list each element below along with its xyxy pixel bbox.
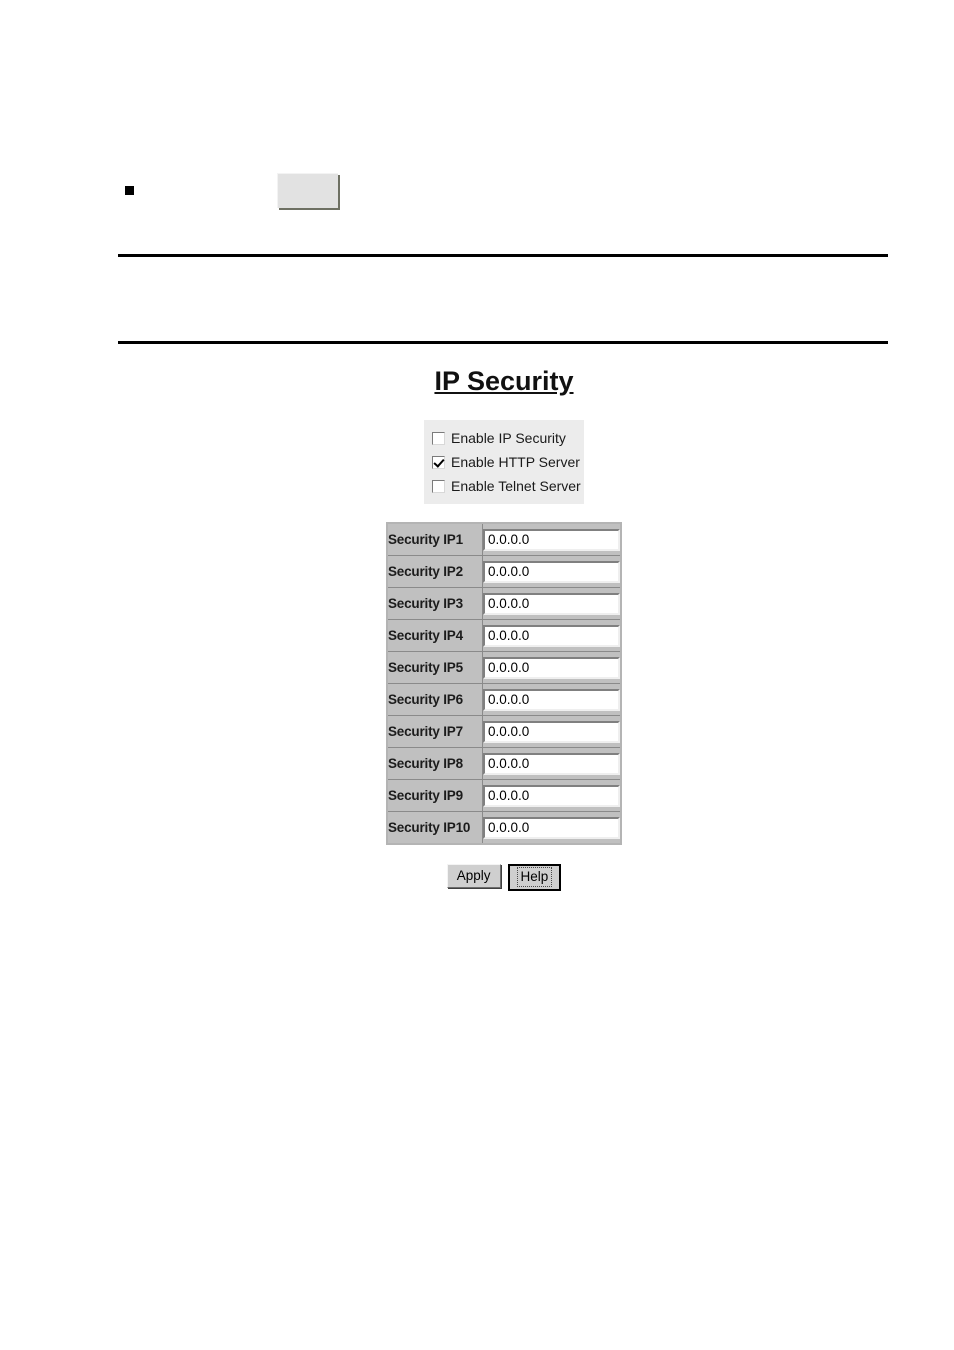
row-label: Security IP2 <box>386 555 483 588</box>
row-label: Security IP6 <box>386 683 483 716</box>
button-bar: Apply Help <box>386 864 622 891</box>
inline-placeholder-button[interactable] <box>277 173 338 208</box>
table-row: Security IP7 <box>386 715 622 748</box>
ip-security-panel: IP Security Enable IP Security Enable HT… <box>386 364 622 891</box>
enable-options-group: Enable IP Security Enable HTTP Server En… <box>424 420 584 504</box>
row-label: Security IP3 <box>386 587 483 620</box>
checkbox-row-telnet-server[interactable]: Enable Telnet Server <box>432 474 581 498</box>
checkbox-label-enable-telnet-server: Enable Telnet Server <box>451 478 581 494</box>
security-ip-table: Security IP1Security IP2Security IP3Secu… <box>386 522 622 845</box>
security-ip-input[interactable] <box>483 752 620 775</box>
row-field-cell <box>482 747 622 780</box>
checkbox-row-ip-security[interactable]: Enable IP Security <box>432 426 578 450</box>
row-field-cell <box>482 811 622 845</box>
row-field-cell <box>482 555 622 588</box>
table-row: Security IP4 <box>386 619 622 652</box>
table-row: Security IP10 <box>386 811 622 845</box>
table-row: Security IP2 <box>386 555 622 588</box>
checkbox-enable-ip-security[interactable] <box>432 431 445 445</box>
help-button[interactable]: Help <box>507 864 562 891</box>
table-row: Security IP6 <box>386 683 622 716</box>
divider-top <box>118 254 888 257</box>
table-row: Security IP1 <box>386 522 622 556</box>
security-ip-input[interactable] <box>483 592 620 615</box>
row-label: Security IP10 <box>386 811 483 845</box>
security-ip-input[interactable] <box>483 656 620 679</box>
checkbox-label-enable-ip-security: Enable IP Security <box>451 430 566 446</box>
bullet-row <box>118 168 878 216</box>
row-field-cell <box>482 619 622 652</box>
row-field-cell <box>482 522 622 556</box>
apply-button[interactable]: Apply <box>446 864 501 888</box>
checkbox-enable-telnet-server[interactable] <box>432 479 445 493</box>
table-row: Security IP8 <box>386 747 622 780</box>
divider-bottom <box>118 341 888 344</box>
checkbox-enable-http-server[interactable] <box>432 455 445 469</box>
square-bullet-icon <box>125 186 134 195</box>
row-field-cell <box>482 715 622 748</box>
row-field-cell <box>482 779 622 812</box>
row-label: Security IP4 <box>386 619 483 652</box>
checkbox-label-enable-http-server: Enable HTTP Server <box>451 454 580 470</box>
table-row: Security IP5 <box>386 651 622 684</box>
security-ip-input[interactable] <box>483 720 620 743</box>
row-field-cell <box>482 651 622 684</box>
security-ip-input[interactable] <box>483 528 620 551</box>
row-label: Security IP9 <box>386 779 483 812</box>
row-field-cell <box>482 683 622 716</box>
row-label: Security IP5 <box>386 651 483 684</box>
security-ip-input[interactable] <box>483 560 620 583</box>
help-button-label: Help <box>516 867 553 887</box>
row-field-cell <box>482 587 622 620</box>
security-ip-input[interactable] <box>483 688 620 711</box>
page-title: IP Security <box>434 366 574 396</box>
security-ip-input[interactable] <box>483 784 620 807</box>
row-label: Security IP1 <box>386 522 483 556</box>
table-row: Security IP3 <box>386 587 622 620</box>
row-label: Security IP7 <box>386 715 483 748</box>
security-ip-input[interactable] <box>483 816 620 839</box>
row-label: Security IP8 <box>386 747 483 780</box>
rule-band-text <box>118 258 888 340</box>
table-row: Security IP9 <box>386 779 622 812</box>
security-ip-input[interactable] <box>483 624 620 647</box>
checkbox-row-http-server[interactable]: Enable HTTP Server <box>432 450 580 474</box>
